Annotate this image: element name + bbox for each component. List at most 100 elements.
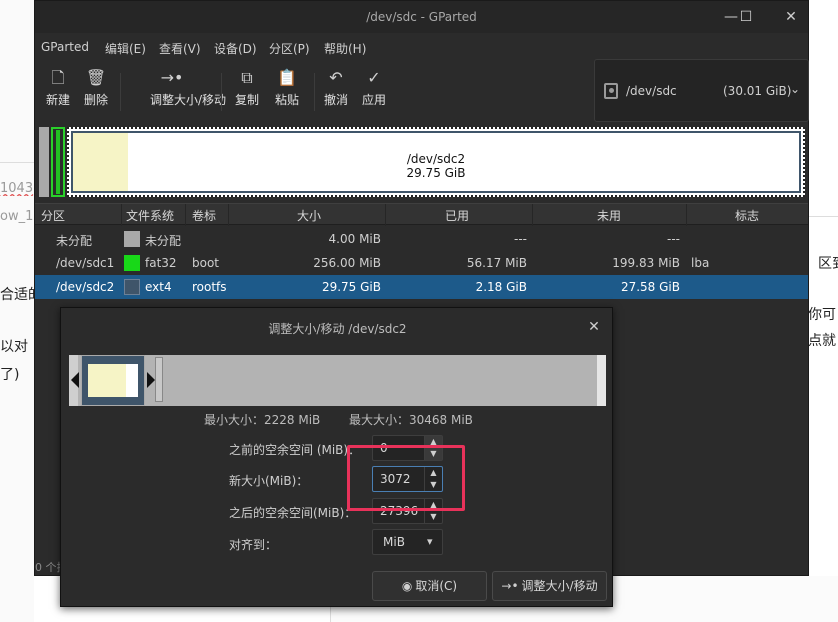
column-separator: [532, 204, 533, 226]
resize-partition-block[interactable]: [81, 355, 145, 406]
background-text: 了): [0, 367, 20, 383]
background-text: 合适的: [0, 287, 34, 303]
checkmark-icon: ✓: [367, 68, 381, 87]
table-row[interactable]: /dev/sdc1 fat32 boot 256.00 MiB 56.17 Mi…: [35, 251, 808, 275]
menu-device[interactable]: 设备(D): [214, 40, 257, 57]
apply-button[interactable]: ✓ 应用: [352, 63, 396, 119]
spin-down-button[interactable]: ▼: [425, 511, 442, 523]
paste-label: 粘贴: [274, 93, 299, 107]
device-size: (30.01 GiB): [723, 84, 792, 98]
device-selector[interactable]: /dev/sdc (30.01 GiB) ⌄: [594, 59, 809, 122]
min-size-label: 最小大小：2228 MiB: [204, 413, 321, 427]
resize-arrow-icon: →•: [501, 579, 519, 593]
resize-move-button[interactable]: →• 调整大小/移动: [150, 63, 227, 119]
menu-bar: GParted 编辑(E) 查看(V) 设备(D) 分区(P) 帮助(H): [35, 37, 808, 59]
cell-partition: /dev/sdc1: [56, 256, 115, 270]
background-divider: [0, 162, 34, 163]
resize-map-end: [597, 355, 606, 406]
filesystem-color-swatch: [124, 231, 140, 247]
free-after-label: 之后的空余空间(MiB)：: [229, 506, 357, 520]
disk-map-sdc2-body: /dev/sdc2 29.75 GiB: [71, 131, 801, 193]
table-row-selected[interactable]: /dev/sdc2 ext4 rootfs 29.75 GiB 2.18 GiB…: [35, 275, 808, 299]
cell-flags: lba: [691, 256, 710, 270]
background-left-strip: [0, 0, 34, 622]
cell-unused: 199.83 MiB: [612, 256, 680, 270]
window-title: /dev/sdc - GParted: [366, 10, 477, 24]
disk-map-partition-name: /dev/sdc2: [406, 152, 466, 166]
menu-gparted[interactable]: GParted: [41, 40, 89, 54]
cell-filesystem: fat32: [145, 256, 177, 270]
column-size[interactable]: 大小: [297, 207, 321, 224]
chevron-down-icon: ⌄: [790, 82, 801, 96]
disk-icon: [604, 83, 618, 99]
cell-partition: 未分配: [56, 234, 93, 248]
column-separator: [121, 204, 122, 226]
maximize-button[interactable]: ☐: [733, 7, 759, 27]
cell-unused: 27.58 GiB: [620, 280, 680, 294]
disk-map-partition-size: 29.75 GiB: [406, 166, 466, 180]
toolbar: 🗋 新建 🗑 删除 →• 调整大小/移动 ⧉ 复制 📋 粘贴 ↶ 撤消 ✓ 应用: [35, 63, 595, 121]
menu-help[interactable]: 帮助(H): [324, 40, 366, 57]
filesystem-color-swatch: [124, 255, 140, 271]
cell-size: 29.75 GiB: [321, 280, 381, 294]
toolbar-separator: [221, 73, 222, 111]
delete-button[interactable]: 🗑 删除: [74, 63, 118, 119]
column-filesystem[interactable]: 文件系统: [126, 207, 174, 224]
paste-icon: 📋: [277, 68, 297, 87]
device-name: /dev/sdc: [626, 84, 677, 98]
background-text: 你可: [808, 307, 836, 323]
resize-partition-free: [126, 364, 138, 397]
free-before-label: 之前的空余空间 (MiB)：: [229, 443, 361, 457]
menu-view[interactable]: 查看(V): [159, 40, 201, 57]
resize-move-confirm-label: 调整大小/移动: [521, 579, 598, 593]
menu-partition[interactable]: 分区(P): [269, 40, 310, 57]
cancel-button[interactable]: ◉ 取消(C): [372, 571, 487, 601]
align-dropdown[interactable]: MiB ▾: [372, 529, 443, 555]
cell-filesystem: ext4: [145, 280, 172, 294]
close-button[interactable]: ✕: [778, 7, 804, 27]
cell-size: 4.00 MiB: [328, 232, 381, 246]
dialog-close-button[interactable]: ✕: [584, 317, 604, 337]
background-text: 以对: [0, 339, 28, 355]
chevron-down-icon: ▾: [427, 535, 433, 548]
partition-table: 分区 文件系统 卷标 大小 已用 未用 标志 未分配 未分配 4.00 MiB …: [35, 203, 808, 303]
column-flags[interactable]: 标志: [735, 207, 759, 224]
table-row[interactable]: 未分配 未分配 4.00 MiB --- ---: [35, 227, 808, 251]
column-unused[interactable]: 未用: [597, 207, 621, 224]
copy-button[interactable]: ⧉ 复制: [225, 63, 269, 119]
resize-move-label: 调整大小/移动: [150, 93, 227, 107]
column-label[interactable]: 卷标: [192, 207, 216, 224]
copy-icon: ⧉: [241, 68, 253, 87]
resize-handle-right[interactable]: [147, 372, 155, 388]
apply-label: 应用: [361, 93, 386, 107]
cell-unused: ---: [667, 232, 680, 246]
background-text: ow_1: [0, 209, 34, 224]
column-separator: [686, 204, 687, 226]
max-size-label: 最大大小：30468 MiB: [349, 413, 473, 427]
column-separator: [385, 204, 386, 226]
cancel-icon: ◉: [401, 579, 413, 593]
background-text: 区到: [818, 256, 838, 272]
column-separator: [185, 204, 186, 226]
dialog-title: 调整大小/移动 /dev/sdc2: [268, 322, 407, 336]
resize-visual-map: [69, 355, 606, 406]
disk-map-unallocated[interactable]: [39, 127, 49, 197]
cell-label: rootfs: [192, 280, 227, 294]
cell-used: ---: [514, 232, 527, 246]
menu-edit[interactable]: 编辑(E): [105, 40, 146, 57]
align-label: 对齐到：: [229, 538, 278, 552]
disk-map-sdc1[interactable]: [51, 127, 65, 197]
resize-move-dialog: 调整大小/移动 /dev/sdc2 ✕ 最小大小：2228 MiB 最大大小：3…: [60, 307, 613, 607]
resize-partition-end-marker: [155, 357, 163, 402]
cell-label: boot: [192, 256, 220, 270]
delete-label: 删除: [83, 93, 108, 107]
column-used[interactable]: 已用: [445, 207, 469, 224]
column-partition[interactable]: 分区: [41, 207, 65, 224]
paste-button[interactable]: 📋 粘贴: [265, 63, 309, 119]
resize-move-confirm-button[interactable]: →• 调整大小/移动: [492, 571, 607, 601]
cell-filesystem: 未分配: [145, 234, 182, 248]
cell-used: 2.18 GiB: [475, 280, 527, 294]
resize-handle-left[interactable]: [71, 372, 79, 388]
column-separator: [228, 204, 229, 226]
disk-map-sdc2[interactable]: /dev/sdc2 29.75 GiB: [67, 127, 805, 197]
